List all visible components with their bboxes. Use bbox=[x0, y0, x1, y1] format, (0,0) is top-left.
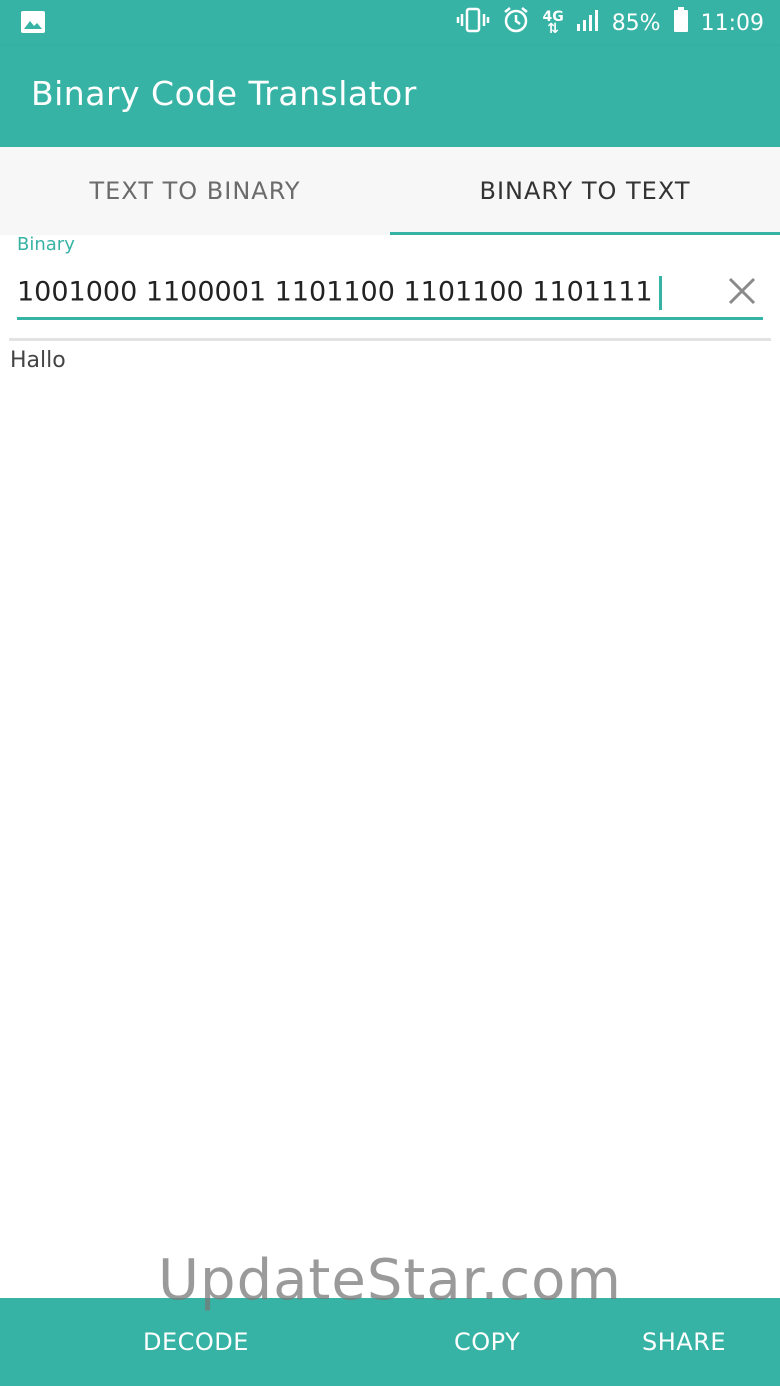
network-label: 4G bbox=[542, 9, 564, 25]
decoded-output: Hallo bbox=[10, 348, 66, 373]
battery-icon bbox=[673, 7, 689, 39]
clock: 11:09 bbox=[700, 10, 764, 36]
tab-bar: TEXT TO BINARY BINARY TO TEXT bbox=[0, 147, 780, 235]
binary-input-value[interactable]: 1001000 1100001 1101100 1101100 1101111 bbox=[17, 276, 662, 310]
image-icon bbox=[20, 10, 46, 38]
app-bar: Binary Code Translator bbox=[0, 46, 780, 147]
watermark: UpdateStar.com bbox=[158, 1248, 622, 1313]
binary-input-text[interactable]: 1001000 1100001 1101100 1101100 1101111 bbox=[17, 277, 653, 308]
vibrate-icon bbox=[456, 7, 490, 39]
clear-icon[interactable] bbox=[727, 276, 757, 306]
divider bbox=[9, 338, 771, 341]
alarm-icon bbox=[502, 6, 530, 40]
binary-field-label: Binary bbox=[17, 234, 75, 255]
text-caret bbox=[658, 276, 662, 310]
tab-binary-to-text[interactable]: BINARY TO TEXT bbox=[390, 147, 780, 235]
binary-input[interactable]: 1001000 1100001 1101100 1101100 1101111 bbox=[17, 262, 763, 320]
status-bar: 4G ⇅ 85% 11:09 bbox=[0, 0, 780, 46]
app-title: Binary Code Translator bbox=[31, 74, 417, 113]
signal-icon bbox=[576, 8, 600, 38]
tab-text-to-binary[interactable]: TEXT TO BINARY bbox=[0, 147, 390, 235]
network-4g-icon: 4G ⇅ bbox=[542, 9, 564, 37]
battery-percent: 85% bbox=[611, 10, 661, 36]
